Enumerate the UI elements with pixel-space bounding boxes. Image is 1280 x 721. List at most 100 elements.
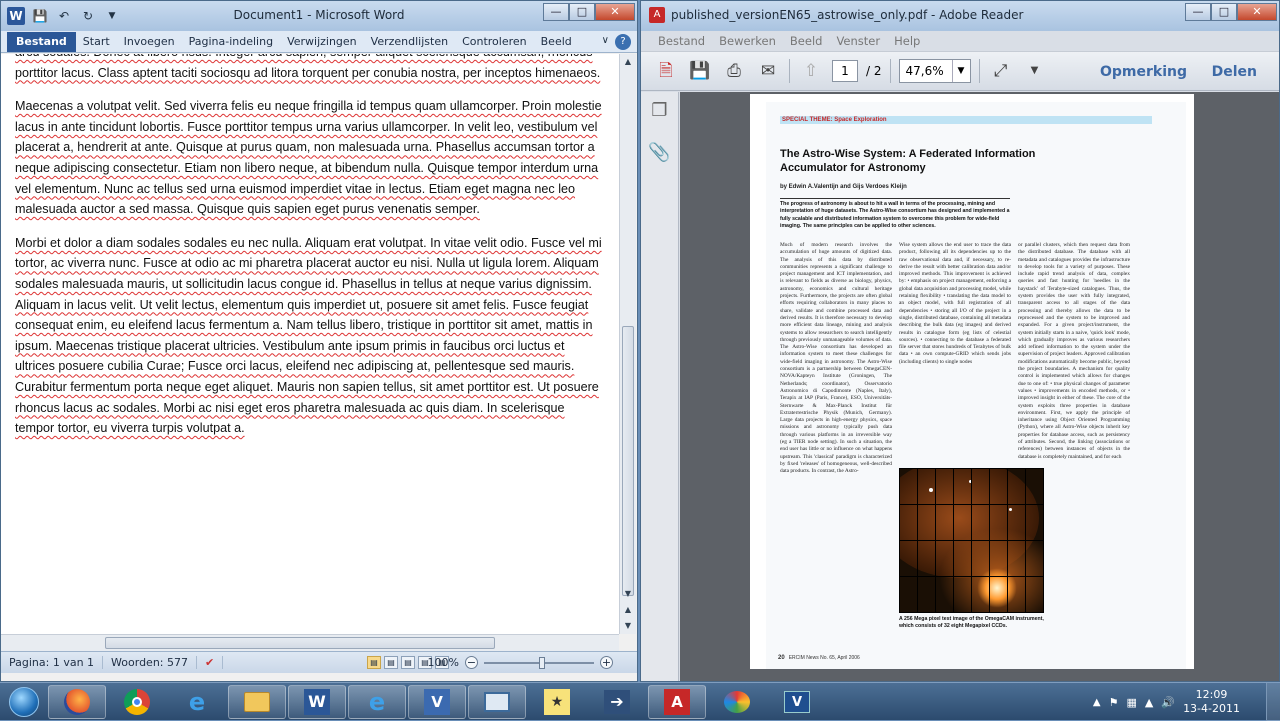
- vertical-scrollbar[interactable]: ▲ ▼ ▲ ▼: [619, 54, 636, 634]
- system-tray: ▲ ⚑ ▦ ▲ 🔊 12:09 13-4-2011: [1093, 683, 1240, 721]
- toolbar-separator: [789, 59, 790, 83]
- pdf-viewport[interactable]: SPECIAL THEME: Space Exploration The Ast…: [680, 92, 1279, 681]
- taskbar-notes-icon[interactable]: ★: [528, 685, 586, 719]
- maximize-button[interactable]: □: [1211, 3, 1237, 21]
- share-button[interactable]: Delen: [1212, 64, 1257, 80]
- zoom-slider-handle[interactable]: [539, 656, 545, 669]
- fit-page-icon[interactable]: ⤢: [988, 58, 1014, 84]
- previous-page-icon[interactable]: ⇧: [798, 58, 824, 84]
- zoom-level[interactable]: 100%: [428, 656, 459, 669]
- taskbar: e W e V ★ ➔ A V ▲ ⚑ ▦ ▲ 🔊 12:09 13-4-201…: [0, 682, 1280, 721]
- save-icon[interactable]: 💾: [687, 58, 713, 84]
- ribbon-collapse-icon[interactable]: ∨: [602, 35, 609, 46]
- taskbar-explorer-icon[interactable]: [228, 684, 286, 719]
- taskbar-vpn-icon[interactable]: ➔: [588, 685, 646, 719]
- word-window-title: Document1 - Microsoft Word: [233, 8, 405, 22]
- comment-button[interactable]: Opmerking: [1100, 64, 1187, 80]
- word-window: W 💾 ↶ ↻ ▼ Document1 - Microsoft Word — □…: [0, 0, 638, 682]
- tab-controleren[interactable]: Controleren: [455, 32, 534, 52]
- flag-icon[interactable]: ⚑: [1109, 696, 1119, 709]
- taskbar-chrome-icon[interactable]: [108, 685, 166, 719]
- tab-invoegen[interactable]: Invoegen: [117, 32, 182, 52]
- clock-time: 12:09: [1195, 688, 1228, 701]
- page-total: / 2: [866, 64, 882, 78]
- volume-icon[interactable]: 🔊: [1161, 696, 1175, 709]
- tab-bestand[interactable]: Bestand: [7, 32, 76, 52]
- pdf-page[interactable]: SPECIAL THEME: Space Exploration The Ast…: [750, 94, 1194, 669]
- more-tools-icon[interactable]: ▼: [1022, 58, 1048, 84]
- scroll-thumb[interactable]: [622, 326, 634, 596]
- navigation-panel: ❐ 📎: [641, 92, 679, 681]
- taskbar-paint-icon[interactable]: [708, 685, 766, 719]
- footer-page-number: 20: [778, 655, 785, 661]
- maximize-button[interactable]: □: [569, 3, 595, 21]
- tab-verwijzingen[interactable]: Verwijzingen: [280, 32, 364, 52]
- paragraph[interactable]: Maecenas a volutpat velit. Sed viverra f…: [15, 96, 605, 220]
- taskbar-acrobat-icon[interactable]: A: [648, 684, 706, 719]
- paragraph[interactable]: Morbi et dolor a diam sodales sodales eu…: [15, 233, 605, 439]
- paragraph-text: Morbi et dolor a diam sodales sodales eu…: [15, 235, 602, 436]
- create-pdf-icon[interactable]: 🗎: [653, 58, 679, 84]
- tab-beeld[interactable]: Beeld: [534, 32, 579, 52]
- tab-start[interactable]: Start: [76, 32, 117, 52]
- zoom-out-icon[interactable]: −: [465, 656, 478, 669]
- show-hidden-icons-icon[interactable]: ▲: [1093, 697, 1101, 708]
- pages-panel-icon[interactable]: ❐: [641, 100, 678, 134]
- article-authors: by Edwin A.Valentijn and Gijs Verdoes Kl…: [780, 184, 907, 190]
- zoom-slider[interactable]: [484, 656, 594, 669]
- print-icon[interactable]: ⎙: [721, 58, 747, 84]
- tab-pagina-indeling[interactable]: Pagina-indeling: [182, 32, 280, 52]
- help-icon[interactable]: ?: [615, 34, 631, 50]
- network-icon[interactable]: ▲: [1145, 696, 1153, 709]
- taskbar-ie-2-icon[interactable]: e: [348, 684, 406, 719]
- word-count[interactable]: Woorden: 577: [103, 656, 197, 669]
- scroll-up-icon[interactable]: ▲: [620, 54, 636, 70]
- print-layout-icon[interactable]: ▤: [367, 656, 381, 669]
- menu-help[interactable]: Help: [887, 34, 927, 48]
- horizontal-scrollbar[interactable]: [1, 634, 619, 651]
- special-theme-banner: SPECIAL THEME: Space Exploration: [780, 116, 1152, 124]
- attachments-icon[interactable]: 📎: [641, 142, 678, 176]
- minimize-button[interactable]: —: [1185, 3, 1211, 21]
- next-page-icon[interactable]: ▼: [620, 618, 636, 634]
- taskbar-ie-icon[interactable]: e: [168, 685, 226, 719]
- toolbar-separator: [889, 59, 891, 83]
- chevron-down-icon[interactable]: ▼: [951, 60, 970, 82]
- ribbon-tabs: Bestand Start Invoegen Pagina-indeling V…: [1, 31, 637, 53]
- taskbar-word-icon[interactable]: W: [288, 684, 346, 719]
- zoom-select[interactable]: 47,6% ▼: [898, 59, 971, 83]
- article-column-1: Much of modern research involves the acc…: [780, 242, 892, 475]
- reader-window-title: published_versionEN65_astrowise_only.pdf…: [671, 8, 1024, 22]
- zoom-value: 47,6%: [905, 64, 944, 78]
- proofing-icon[interactable]: ✔: [197, 656, 224, 669]
- menu-bestand[interactable]: Bestand: [651, 34, 712, 48]
- taskbar-remote-icon[interactable]: [468, 684, 526, 719]
- page-count[interactable]: Pagina: 1 van 1: [1, 656, 104, 669]
- document-area[interactable]: arcu sodales. Donec at libero risus. Int…: [1, 54, 619, 634]
- full-screen-icon[interactable]: ▤: [384, 656, 398, 669]
- web-layout-icon[interactable]: ▤: [401, 656, 415, 669]
- start-button[interactable]: [0, 684, 48, 720]
- close-button[interactable]: ✕: [595, 3, 635, 21]
- tab-verzendlijsten[interactable]: Verzendlijsten: [364, 32, 455, 52]
- menu-beeld[interactable]: Beeld: [783, 34, 830, 48]
- close-button[interactable]: ✕: [1237, 3, 1277, 21]
- minimize-button[interactable]: —: [543, 3, 569, 21]
- previous-page-icon[interactable]: ▲: [620, 602, 636, 618]
- email-icon[interactable]: ✉: [755, 58, 781, 84]
- menu-venster[interactable]: Venster: [829, 34, 887, 48]
- show-desktop-button[interactable]: [1266, 683, 1280, 721]
- taskbar-firefox-icon[interactable]: [48, 684, 106, 719]
- taskbar-vbox-icon[interactable]: V: [768, 685, 826, 719]
- monitor-icon[interactable]: ▦: [1126, 696, 1136, 709]
- acrobat-app-icon[interactable]: A: [649, 7, 665, 23]
- zoom-in-icon[interactable]: +: [600, 656, 613, 669]
- scroll-down-icon[interactable]: ▼: [620, 586, 636, 602]
- taskbar-visio-icon[interactable]: V: [408, 684, 466, 719]
- paragraph[interactable]: arcu sodales. Donec at libero risus. Int…: [15, 54, 605, 83]
- hscroll-thumb[interactable]: [105, 637, 495, 649]
- menu-bewerken[interactable]: Bewerken: [712, 34, 783, 48]
- page-number-input[interactable]: 1: [832, 60, 858, 82]
- omegacam-test-image: [899, 468, 1044, 613]
- clock[interactable]: 12:09 13-4-2011: [1183, 688, 1240, 716]
